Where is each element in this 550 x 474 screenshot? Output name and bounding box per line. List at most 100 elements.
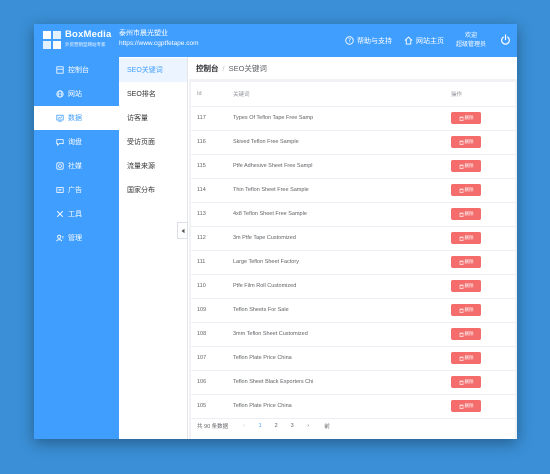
sidebar-item-social[interactable]: 社媒 — [34, 154, 119, 178]
sidebar-item-dashboard[interactable]: 控制台 — [34, 58, 119, 82]
row-keyword: 3m Ptfe Tape Customized — [233, 226, 451, 251]
row-id: 115 — [191, 154, 233, 179]
row-id: 105 — [191, 394, 233, 419]
row-id: 107 — [191, 346, 233, 371]
logout-button[interactable] — [500, 32, 511, 50]
pagination-page-1[interactable]: 1 — [254, 423, 266, 429]
delete-button[interactable]: 删除 — [451, 352, 481, 364]
header-actions: 操作 — [451, 82, 515, 107]
delete-button[interactable]: 删除 — [451, 256, 481, 268]
subnav-item-seo-keywords[interactable]: SEO关键词 — [119, 58, 187, 82]
table-row: 108 3mm Teflon Sheet Customized 删除 — [191, 322, 515, 347]
sidebar-item-website[interactable]: 网站 — [34, 82, 119, 106]
app-window: BoxMedia 外贸营销型网站专家 泰州市晨光塑业 https://www.c… — [34, 24, 517, 439]
subnav-item-visitors[interactable]: 访客量 — [119, 106, 187, 130]
sidebar-item-label: 控制台 — [68, 67, 89, 74]
main-content: 控制台 / SEO关键词 Id 关键词 操作 117 Types Of Teflo… — [189, 57, 517, 439]
row-actions: 删除 — [451, 226, 515, 251]
row-keyword: 4x8 Teflon Sheet Free Sample — [233, 202, 451, 227]
row-id: 106 — [191, 370, 233, 395]
trash-icon — [459, 284, 464, 289]
pagination-page-3[interactable]: 3 — [286, 423, 298, 429]
delete-button-label: 删除 — [464, 139, 474, 144]
row-id: 113 — [191, 202, 233, 227]
delete-button-label: 删除 — [464, 259, 474, 264]
table-row: 107 Teflon Plate Price China 删除 — [191, 346, 515, 371]
delete-button-label: 删除 — [464, 235, 474, 240]
subnav-item-country-distribution[interactable]: 国家分布 — [119, 178, 187, 202]
table-row: 106 Teflon Sheet Black Exporters Chi 删除 — [191, 370, 515, 395]
delete-button[interactable]: 删除 — [451, 184, 481, 196]
company-name: 泰州市晨光塑业 — [119, 30, 168, 37]
header-id: Id — [191, 82, 233, 107]
pagination: 共 90 条数据 ‹ 1 2 3 › 前 — [197, 422, 330, 430]
header-keyword: 关键词 — [233, 82, 451, 107]
logo[interactable]: BoxMedia 外贸营销型网站专家 — [42, 29, 122, 53]
home-icon — [404, 36, 413, 45]
delete-button[interactable]: 删除 — [451, 232, 481, 244]
row-actions: 删除 — [451, 250, 515, 275]
keyword-table: Id 关键词 操作 117 Types Of Teflon Tape Free S… — [191, 82, 515, 419]
table-row: 115 Ptfe Adhesive Sheet Free Sampl 删除 — [191, 154, 515, 179]
breadcrumb-current: SEO关键词 — [228, 63, 267, 73]
sidebar-item-tools[interactable]: 工具 — [34, 202, 119, 226]
table-row: 111 Large Teflon Sheet Factory 删除 — [191, 250, 515, 275]
logo-text: BoxMedia — [65, 29, 112, 40]
delete-button[interactable]: 删除 — [451, 136, 481, 148]
delete-button[interactable]: 删除 — [451, 160, 481, 172]
user-info[interactable]: 欢迎 超级管理员 — [456, 32, 486, 50]
power-icon — [501, 33, 510, 45]
sidebar-item-inquiry[interactable]: 询盘 — [34, 130, 119, 154]
subnav-item-visited-pages[interactable]: 受访页面 — [119, 130, 187, 154]
sidebar-item-data[interactable]: 数据 — [34, 106, 119, 130]
delete-button[interactable]: 删除 — [451, 280, 481, 292]
delete-button[interactable]: 删除 — [451, 328, 481, 340]
trash-icon — [459, 332, 464, 337]
trash-icon — [459, 308, 464, 313]
trash-icon — [459, 236, 464, 241]
row-keyword: Skived Teflon Free Sample — [233, 130, 451, 155]
sidebar: 控制台 网站 数据 询盘 社媒 广告 工具 管理 — [34, 57, 119, 439]
pagination-page-2[interactable]: 2 — [270, 423, 282, 429]
site-home-label: 网站主页 — [415, 37, 444, 45]
breadcrumb-home[interactable]: 控制台 — [196, 63, 219, 74]
delete-button-label: 删除 — [464, 403, 474, 408]
delete-button[interactable]: 删除 — [451, 208, 481, 220]
table-row: 105 Teflon Plate Price China 删除 — [191, 394, 515, 419]
site-home-link[interactable]: 网站主页 — [404, 36, 444, 46]
pagination-next-button[interactable]: › — [302, 423, 314, 429]
sidebar-item-ads[interactable]: 广告 — [34, 178, 119, 202]
delete-button[interactable]: 删除 — [451, 112, 481, 124]
row-id: 116 — [191, 130, 233, 155]
delete-button[interactable]: 删除 — [451, 376, 481, 388]
table-row: 109 Teflon Sheets For Sale 删除 — [191, 298, 515, 323]
row-keyword: Thin Teflon Sheet Free Sample — [233, 178, 451, 203]
table-header-row: Id 关键词 操作 — [191, 82, 515, 107]
subnav-item-seo-ranking[interactable]: SEO排名 — [119, 82, 187, 106]
logo-subtitle: 外贸营销型网站专家 — [65, 42, 106, 47]
sidebar-item-manage[interactable]: 管理 — [34, 226, 119, 250]
delete-button[interactable]: 删除 — [451, 400, 481, 412]
sidebar-item-label: 社媒 — [68, 163, 82, 170]
sidebar-item-label: 数据 — [68, 115, 82, 122]
top-actions: ? 帮助与支持 网站主页 欢迎 超级管理员 — [333, 24, 511, 57]
row-id: 111 — [191, 250, 233, 275]
subnav-item-traffic-sources[interactable]: 流量来源 — [119, 154, 187, 178]
trash-icon — [459, 260, 464, 265]
arrow-left-icon — [181, 228, 184, 233]
help-support-link[interactable]: ? 帮助与支持 — [345, 36, 392, 46]
delete-button-label: 删除 — [464, 379, 474, 384]
pagination-prev-button[interactable]: ‹ — [238, 423, 250, 429]
row-actions: 删除 — [451, 394, 515, 419]
row-actions: 删除 — [451, 346, 515, 371]
row-keyword: Types Of Teflon Tape Free Samp — [233, 106, 451, 131]
keyword-table-panel: Id 关键词 操作 117 Types Of Teflon Tape Free S… — [191, 82, 515, 439]
user-role: 超级管理员 — [455, 41, 486, 48]
row-actions: 删除 — [451, 322, 515, 347]
collapse-subnav-button[interactable] — [177, 222, 188, 239]
row-id: 109 — [191, 298, 233, 323]
breadcrumb-separator: / — [222, 63, 225, 73]
delete-button[interactable]: 删除 — [451, 304, 481, 316]
row-actions: 删除 — [451, 274, 515, 299]
social-icon — [56, 162, 64, 170]
